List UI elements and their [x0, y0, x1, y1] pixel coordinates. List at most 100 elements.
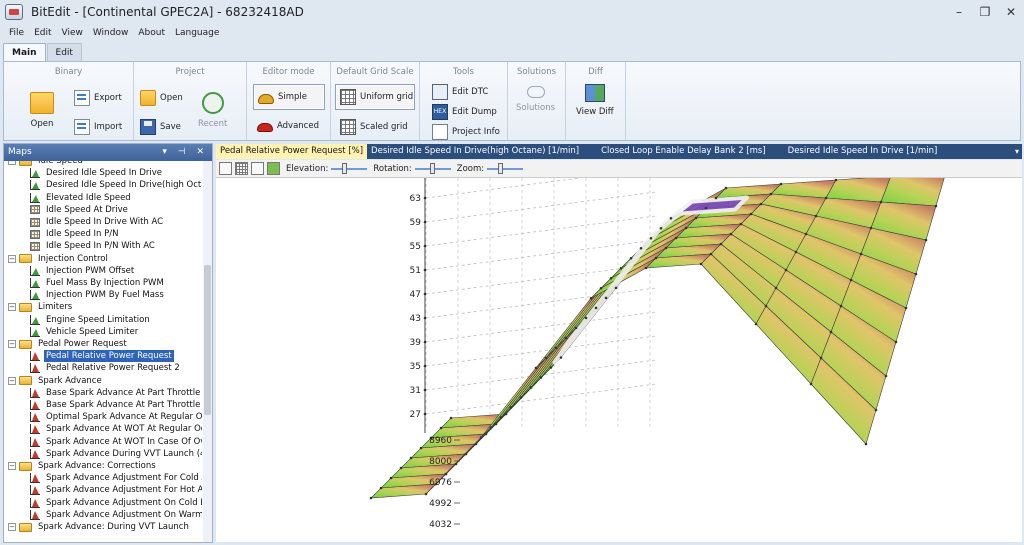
surface-graph[interactable]: 63 59 55 51 47 43 39 35 31 27 8960 8000 6976 4992 4032: [216, 178, 1022, 542]
zoom-slider-knob[interactable]: [498, 163, 503, 174]
tree-item-label: Spark Advance: [38, 375, 102, 386]
tree-map-item[interactable]: Idle Speed At Drive: [30, 204, 130, 216]
menu-about[interactable]: About: [133, 28, 170, 38]
view-diff-button[interactable]: View Diff: [576, 84, 614, 117]
rotation-slider[interactable]: [414, 162, 451, 175]
tree-map-item[interactable]: Idle Speed In P/N: [30, 228, 121, 240]
tree-map-item[interactable]: Pedal Relative Power Request 2: [30, 362, 182, 374]
axis-icon[interactable]: [251, 162, 264, 175]
tree-folder[interactable]: − Injection Control: [8, 253, 110, 265]
tree-map-item[interactable]: Pedal Relative Power Request: [30, 350, 174, 363]
elevation-slider[interactable]: [331, 162, 368, 175]
project-open-button[interactable]: Open: [140, 90, 183, 106]
tree-folder[interactable]: − Spark Advance: [8, 375, 104, 387]
map-3d-icon: [30, 412, 40, 423]
ribbon-tab-main[interactable]: Main: [3, 43, 46, 62]
tree-folder[interactable]: − Spark Advance: During VVT Launch: [8, 521, 191, 533]
surface-vertex: [659, 226, 663, 230]
close-button[interactable]: ✕: [996, 0, 1024, 24]
doc-tabs-dropdown-icon[interactable]: ▾: [1015, 144, 1019, 159]
tree-map-item[interactable]: Spark Advance At WOT In Case Of Over: [30, 436, 202, 448]
grid-view-icon[interactable]: [235, 162, 248, 175]
zoom-slider[interactable]: [487, 162, 524, 175]
table-map-icon: [30, 217, 40, 227]
binary-open-button[interactable]: Open: [30, 92, 54, 129]
tree-map-item[interactable]: Spark Advance During VVT Launch (4): [30, 448, 202, 460]
menu-edit[interactable]: Edit: [29, 28, 56, 38]
tree-folder[interactable]: − Spark Advance: Corrections: [8, 460, 158, 472]
tree-map-item[interactable]: Injection PWM By Fuel Mass: [30, 289, 166, 301]
tree-map-item[interactable]: Spark Advance Adjustment For Hot Air: [30, 484, 202, 496]
tree-map-item[interactable]: Injection PWM Offset: [30, 265, 136, 277]
tree-map-item[interactable]: Spark Advance Adjustment On Warm Er: [30, 509, 202, 521]
tree-map-item[interactable]: Desired Idle Speed In Drive: [30, 167, 164, 179]
collapse-toggle-icon[interactable]: −: [8, 523, 16, 531]
tree-map-item[interactable]: Fuel Mass By Injection PWM: [30, 277, 166, 289]
panel-controls[interactable]: ▾ ⊣ ✕: [162, 144, 208, 161]
tree-map-item[interactable]: Engine Speed Limitation: [30, 314, 152, 326]
menu-file[interactable]: File: [4, 28, 29, 38]
project-info-button[interactable]: Project Info: [432, 124, 500, 140]
surface-graph-canvas[interactable]: 63 59 55 51 47 43 39 35 31 27 8960 8000 6976 4992 4032: [216, 178, 1022, 542]
doc-tab-desired-idle-high-octane[interactable]: Desired Idle Speed In Drive(high Octane)…: [367, 144, 583, 159]
surface-vertex: [749, 212, 753, 216]
collapse-toggle-icon[interactable]: −: [8, 161, 16, 165]
maps-panel: Maps ▾ ⊣ ✕ − Idle Speed Desired Idle Speed…: [3, 143, 213, 543]
import-button[interactable]: Import: [74, 119, 122, 135]
tree-map-item[interactable]: Spark Advance Adjustment On Cold Enc: [30, 497, 202, 509]
export-button[interactable]: Export: [74, 90, 122, 106]
scaled-grid-button[interactable]: Scaled grid: [340, 119, 408, 135]
surface-vertex: [539, 376, 543, 379]
surface-icon[interactable]: [267, 162, 280, 175]
tree-map-item[interactable]: Optimal Spark Advance At Regular Octa: [30, 411, 202, 423]
tree-folder[interactable]: − Pedal Power Request: [8, 338, 129, 350]
advanced-mode-button[interactable]: Advanced: [257, 119, 319, 132]
zoom-label: Zoom:: [456, 163, 485, 174]
z-axis-tick-mark: [423, 292, 427, 296]
view-2d-icon[interactable]: [219, 162, 232, 175]
collapse-toggle-icon[interactable]: −: [8, 254, 16, 263]
tree-map-item[interactable]: Base Spark Advance At Part Throttle At: [30, 399, 202, 411]
elevation-slider-knob[interactable]: [342, 163, 348, 174]
tree-map-item[interactable]: Base Spark Advance At Part Throttle (11: [30, 387, 202, 399]
folder-open-icon: [30, 92, 54, 114]
tree-scrollbar[interactable]: [203, 161, 212, 542]
tree-map-item[interactable]: Spark Advance Adjustment For Cold Air: [30, 472, 202, 484]
tree-map-item[interactable]: Desired Idle Speed In Drive(high Octane: [30, 179, 202, 191]
menu-language[interactable]: Language: [170, 28, 224, 38]
tree-map-item[interactable]: Idle Speed In Drive With AC: [30, 216, 165, 228]
tree-folder[interactable]: − Idle Speed: [8, 161, 85, 167]
simple-mode-button[interactable]: Simple: [253, 84, 325, 110]
tree-folder[interactable]: − Limiters: [8, 301, 74, 313]
grid-line: [425, 178, 583, 199]
tree-map-item[interactable]: Spark Advance At WOT At Regular Octa: [30, 423, 202, 435]
rotation-slider-knob[interactable]: [430, 163, 436, 174]
menu-view[interactable]: View: [57, 28, 88, 38]
collapse-toggle-icon[interactable]: −: [8, 376, 16, 385]
edit-dtc-button[interactable]: Edit DTC: [432, 84, 488, 100]
collapse-toggle-icon[interactable]: −: [8, 303, 16, 312]
map-3d-icon: [30, 436, 40, 447]
uniform-grid-button[interactable]: Uniform grid: [335, 84, 415, 110]
doc-tab-desired-idle-drive[interactable]: Desired Idle Speed In Drive [1/min]: [784, 144, 942, 159]
tree-map-item[interactable]: Elevated Idle Speed: [30, 192, 133, 204]
menu-window[interactable]: Window: [88, 28, 134, 38]
collapse-toggle-icon[interactable]: −: [8, 340, 16, 348]
tree-map-item[interactable]: Vehicle Speed Limiter: [30, 326, 140, 338]
surface-vertex: [409, 456, 413, 460]
tree-item-label: Desired Idle Speed In Drive(high Octane: [46, 180, 202, 191]
surface-vertex: [614, 286, 618, 290]
tree-item-label: Spark Advance Adjustment On Warm Er: [46, 509, 202, 520]
tree-scroll-thumb[interactable]: [204, 265, 211, 415]
project-save-button[interactable]: Save: [140, 119, 181, 135]
edit-dump-button[interactable]: HEX Edit Dump: [432, 104, 497, 120]
ribbon-tab-edit[interactable]: Edit: [46, 43, 82, 62]
solutions-button[interactable]: Solutions: [516, 86, 555, 113]
doc-tab-closed-loop-delay[interactable]: Closed Loop Enable Delay Bank 2 [ms]: [597, 144, 770, 159]
tree-map-item[interactable]: Idle Speed In P/N With AC: [30, 240, 157, 252]
surface-vertex: [444, 472, 448, 476]
y-axis-tick-label: 4032: [429, 520, 452, 530]
project-recent-button[interactable]: Recent: [198, 92, 227, 129]
doc-tab-pedal-relative-power[interactable]: Pedal Relative Power Request [%]: [216, 144, 368, 159]
collapse-toggle-icon[interactable]: −: [8, 462, 16, 470]
